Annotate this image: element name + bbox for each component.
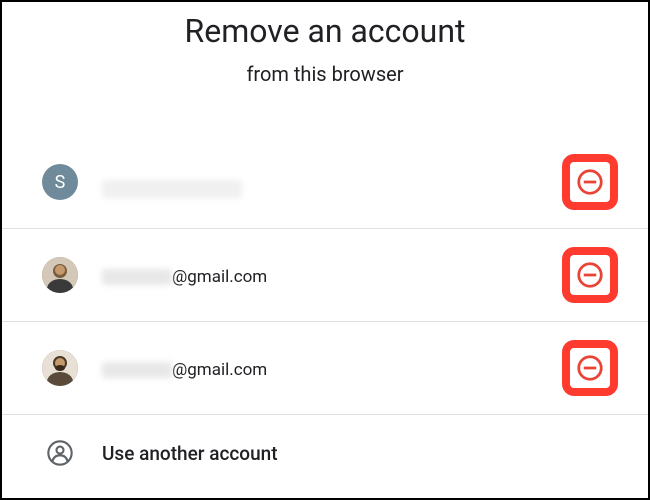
remove-button-inner bbox=[570, 162, 610, 202]
account-row[interactable]: @gmail.com bbox=[2, 322, 648, 415]
remove-circle-icon bbox=[575, 260, 605, 290]
remove-circle-icon bbox=[575, 167, 605, 197]
remove-button[interactable] bbox=[562, 340, 618, 396]
avatar-letter: S bbox=[55, 172, 66, 193]
account-info: @gmail.com bbox=[102, 263, 562, 287]
account-info bbox=[102, 166, 562, 198]
email-suffix: @gmail.com bbox=[172, 267, 267, 287]
avatar bbox=[42, 257, 78, 293]
account-row[interactable]: @gmail.com bbox=[2, 229, 648, 322]
avatar bbox=[42, 350, 78, 386]
remove-button-inner bbox=[570, 255, 610, 295]
remove-button[interactable] bbox=[562, 154, 618, 210]
account-info: @gmail.com bbox=[102, 356, 562, 380]
account-email: @gmail.com bbox=[102, 360, 562, 380]
redacted-text bbox=[102, 180, 242, 198]
remove-circle-icon bbox=[575, 353, 605, 383]
avatar: S bbox=[42, 164, 78, 200]
remove-account-dialog: Remove an account from this browser S bbox=[2, 2, 648, 491]
account-list: S bbox=[2, 136, 648, 491]
person-icon-wrapper bbox=[42, 435, 78, 471]
redacted-text bbox=[102, 362, 172, 378]
avatar-photo bbox=[42, 350, 78, 386]
page-subtitle: from this browser bbox=[2, 62, 648, 86]
account-row[interactable]: S bbox=[2, 136, 648, 229]
remove-button[interactable] bbox=[562, 247, 618, 303]
avatar-photo bbox=[42, 257, 78, 293]
account-email: @gmail.com bbox=[102, 267, 562, 287]
person-circle-icon bbox=[46, 439, 74, 467]
page-title: Remove an account bbox=[2, 12, 648, 50]
use-another-account[interactable]: Use another account bbox=[2, 415, 648, 491]
redacted-text bbox=[102, 269, 172, 285]
use-another-label: Use another account bbox=[102, 442, 278, 465]
email-suffix: @gmail.com bbox=[172, 360, 267, 380]
remove-button-inner bbox=[570, 348, 610, 388]
